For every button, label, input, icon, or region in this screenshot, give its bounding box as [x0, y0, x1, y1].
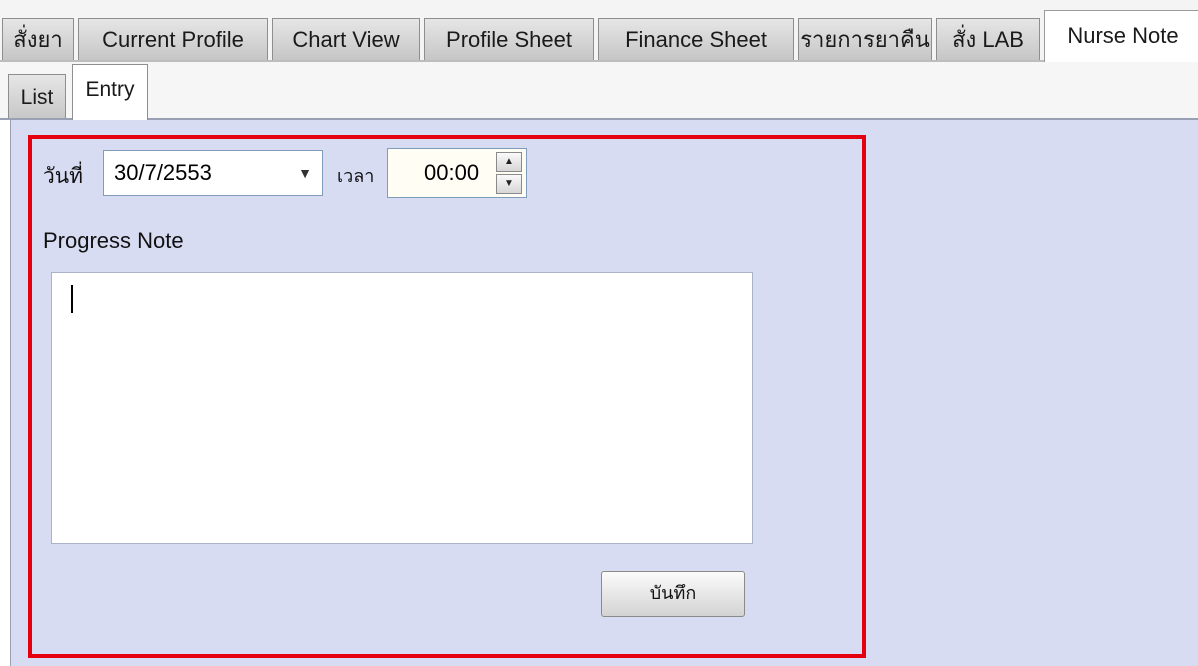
nurse-note-entry-panel: วันที่ 30/7/2553 ▼ เวลา 00:00 ▲ ▼ Progre…: [10, 120, 1198, 666]
tab-list[interactable]: List: [8, 74, 66, 120]
progress-note-label: Progress Note: [43, 228, 184, 253]
tab-nurse-note[interactable]: Nurse Note: [1044, 10, 1198, 62]
tab-entry[interactable]: Entry: [72, 64, 148, 120]
text-caret: [71, 285, 73, 313]
time-stepper[interactable]: 00:00 ▲ ▼: [387, 148, 527, 198]
time-label: เวลา: [337, 166, 375, 186]
tab-returned-drugs[interactable]: รายการยาคืน: [798, 18, 932, 60]
sub-tab-bar: List Entry: [0, 62, 1198, 120]
time-value: 00:00: [424, 160, 480, 185]
top-tab-bar: สั่งยา Current Profile Chart View Profil…: [0, 0, 1198, 62]
chevron-down-icon[interactable]: ▼: [298, 151, 312, 195]
tab-finance-sheet[interactable]: Finance Sheet: [598, 18, 794, 60]
date-label: วันที่: [43, 165, 83, 188]
progress-note-input[interactable]: [51, 272, 753, 544]
tab-order-drug[interactable]: สั่งยา: [2, 18, 74, 60]
spin-up-icon[interactable]: ▲: [496, 152, 522, 172]
tab-current-profile[interactable]: Current Profile: [78, 18, 268, 60]
date-value: 30/7/2553: [114, 160, 212, 185]
save-button[interactable]: บันทึก: [601, 571, 745, 617]
tab-chart-view[interactable]: Chart View: [272, 18, 420, 60]
date-picker[interactable]: 30/7/2553 ▼: [103, 150, 323, 196]
spin-down-icon[interactable]: ▼: [496, 174, 522, 194]
tab-order-lab[interactable]: สั่ง LAB: [936, 18, 1040, 60]
tab-profile-sheet[interactable]: Profile Sheet: [424, 18, 594, 60]
